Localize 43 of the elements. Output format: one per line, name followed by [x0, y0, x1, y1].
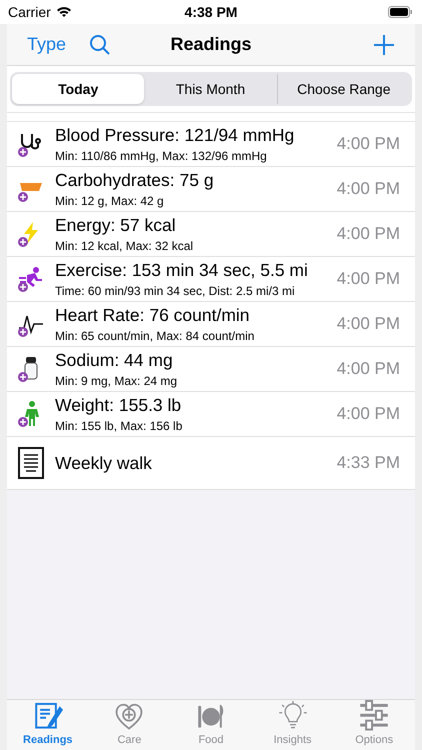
- tab-bar-item[interactable]: Insights: [252, 700, 334, 750]
- reading-range: Min: 65 count/min, Max: 84 count/min: [55, 328, 256, 344]
- reading-range: Time: 60 min/93 min 34 sec, Dist: 2.5 mi/3 mi: [55, 282, 296, 300]
- reading-title: Exercise: 153 min 34 sec, 5.5 mi: [55, 258, 309, 280]
- reading-time: 4:00 PM: [336, 358, 401, 380]
- reading-title: Weight: 155.3 lb: [55, 394, 182, 416]
- search-icon: [88, 32, 112, 56]
- reading-time: 4:33 PM: [336, 452, 401, 474]
- reading-time: 4:00 PM: [336, 178, 401, 200]
- add-button[interactable]: [373, 34, 395, 56]
- reading-title: Sodium: 44 mg: [55, 348, 174, 370]
- tab-bar-item[interactable]: Care: [88, 700, 170, 750]
- carrier-label: Carrier: [8, 2, 51, 22]
- reading-range: Min: 12 kcal, Max: 32 kcal: [55, 238, 194, 254]
- battery-icon: [388, 6, 412, 18]
- segment-tab[interactable]: This Month: [144, 74, 277, 104]
- type-button[interactable]: Type: [27, 31, 66, 58]
- reading-title: Weekly walk: [55, 452, 153, 474]
- wifi-icon: [56, 6, 72, 18]
- reading-time: 4:00 PM: [336, 313, 401, 336]
- clock-time: 4:38 PM: [184, 2, 238, 22]
- tab-bar-item[interactable]: Options: [333, 700, 415, 750]
- reading-time: 4:00 PM: [336, 268, 401, 290]
- screen-title: Readings: [170, 33, 252, 56]
- search-button[interactable]: [88, 32, 112, 56]
- document-icon: [18, 447, 44, 479]
- reading-time: 4:00 PM: [336, 403, 401, 426]
- segment-tab[interactable]: Today: [12, 74, 144, 104]
- reading-title: Heart Rate: 76 count/min: [55, 304, 251, 326]
- runner-icon: [17, 265, 45, 293]
- reading-range: Min: 12 g, Max: 42 g: [55, 192, 165, 210]
- segment-tab[interactable]: Choose Range: [276, 74, 410, 104]
- tab-bar-item[interactable]: Readings: [7, 700, 89, 750]
- reading-range: Min: 9 mg, Max: 24 mg: [55, 372, 178, 390]
- plus-icon: [373, 34, 395, 56]
- reading-range: Min: 155 lb, Max: 156 lb: [55, 418, 184, 434]
- reading-range: Min: 110/86 mmHg, Max: 132/96 mmHg: [55, 148, 268, 164]
- reading-time: 4:00 PM: [336, 133, 401, 156]
- reading-title: Blood Pressure: 121/94 mmHg: [55, 124, 296, 146]
- reading-title: Carbohydrates: 75 g: [55, 168, 215, 190]
- reading-title: Energy: 57 kcal: [55, 214, 177, 236]
- reading-time: 4:00 PM: [336, 223, 401, 246]
- tab-bar-item[interactable]: Food: [170, 700, 252, 750]
